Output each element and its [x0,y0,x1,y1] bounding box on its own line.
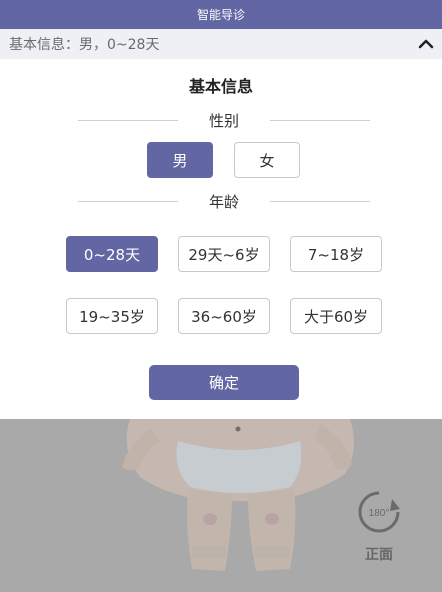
age-option[interactable]: 36~60岁 [178,298,270,334]
basic-info-bar[interactable]: 基本信息：男，0~28天 [0,29,442,59]
gender-option-female[interactable]: 女 [234,142,300,178]
divider [270,201,370,202]
basic-info-panel: 基本信息 性别 男 女 年龄 0~28天 29天~6岁 7~18岁 19~35岁… [0,59,442,419]
view-side-label: 正面 [365,547,393,563]
gender-label: 性别 [208,112,239,130]
confirm-button[interactable]: 确定 [149,365,299,400]
age-label: 年龄 [208,193,239,211]
gender-option-male[interactable]: 男 [147,142,213,178]
app-header: 智能导诊 [0,0,442,29]
page-title: 智能导诊 [196,8,245,22]
age-option[interactable]: 0~28天 [66,236,158,272]
panel-title: 基本信息 [188,77,253,96]
age-option[interactable]: 19~35岁 [66,298,158,334]
chevron-up-icon[interactable] [416,35,436,53]
age-option[interactable]: 29天~6岁 [178,236,270,272]
divider [78,120,178,121]
age-option[interactable]: 大于60岁 [290,298,382,334]
rotate-badge: 180° [369,508,390,519]
divider [78,201,178,202]
rotate-180-icon[interactable]: 180° [356,489,402,535]
age-option[interactable]: 7~18岁 [290,236,382,272]
basic-info-summary: 基本信息：男，0~28天 [9,37,160,53]
divider [270,120,370,121]
